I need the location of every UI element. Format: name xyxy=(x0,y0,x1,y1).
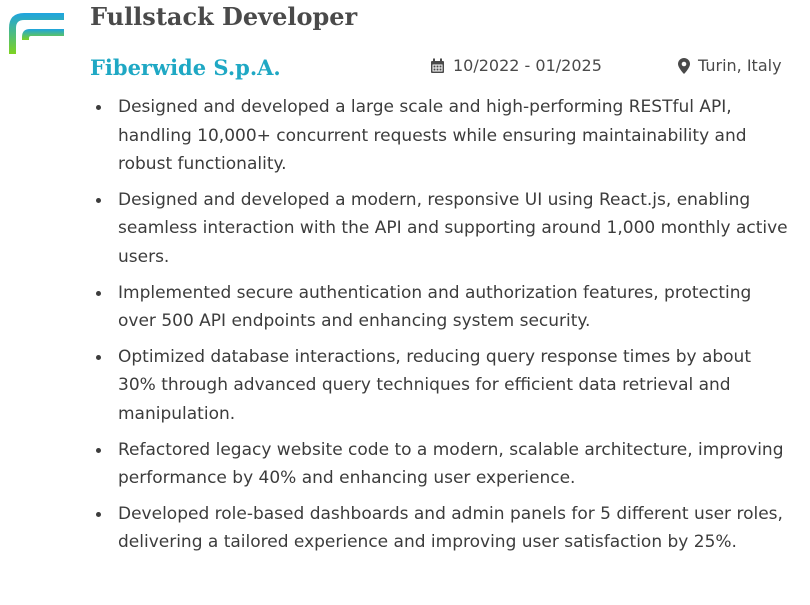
list-item: Developed role-based dashboards and admi… xyxy=(94,500,794,557)
location-text: Turin, Italy xyxy=(698,56,782,75)
map-pin-icon xyxy=(678,57,690,74)
list-item: Designed and developed a modern, respons… xyxy=(94,186,794,272)
location: Turin, Italy xyxy=(678,56,782,75)
company-name: Fiberwide S.p.A. xyxy=(90,55,281,80)
list-item: Optimized database interactions, reducin… xyxy=(94,343,794,429)
list-item: Implemented secure authentication and au… xyxy=(94,279,794,336)
calendar-icon xyxy=(431,58,444,73)
job-title: Fullstack Developer xyxy=(90,2,358,31)
company-logo xyxy=(9,13,64,54)
experience-entry: Fullstack Developer Fiberwide S.p.A. 10/… xyxy=(0,0,810,605)
responsibilities-list: Designed and developed a large scale and… xyxy=(94,93,794,564)
date-range: 10/2022 - 01/2025 xyxy=(430,56,602,75)
date-range-text: 10/2022 - 01/2025 xyxy=(453,56,602,75)
list-item: Refactored legacy website code to a mode… xyxy=(94,436,794,493)
list-item: Designed and developed a large scale and… xyxy=(94,93,794,179)
